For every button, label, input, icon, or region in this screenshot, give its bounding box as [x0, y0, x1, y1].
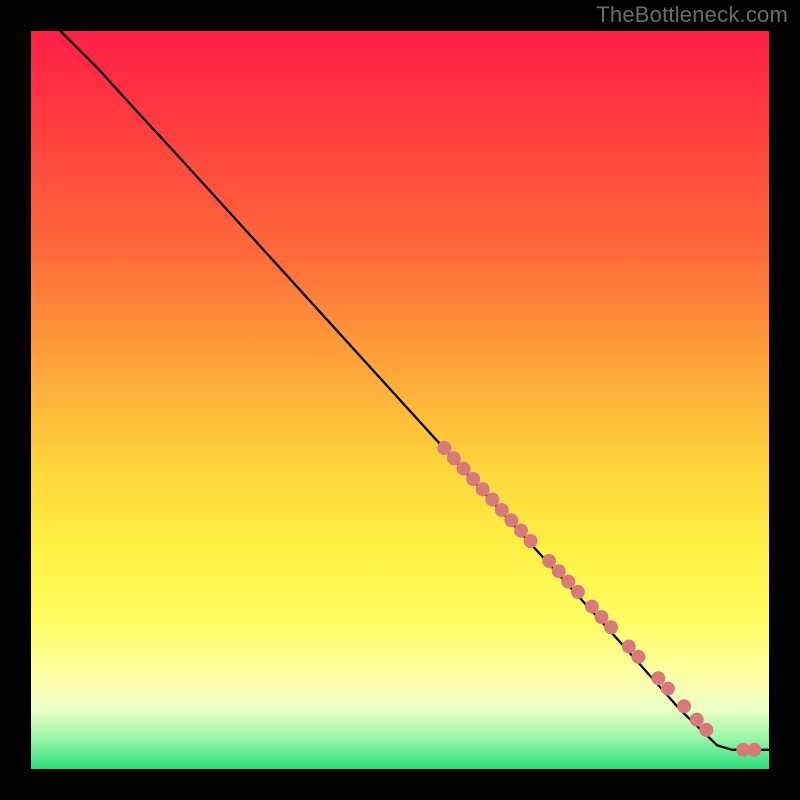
chart-dot — [447, 451, 461, 465]
chart-dot — [504, 513, 518, 527]
chart-dot — [466, 472, 480, 486]
watermark-text: TheBottleneck.com — [596, 2, 788, 28]
chart-dot — [747, 743, 761, 757]
chart-dot — [437, 441, 451, 455]
chart-dot — [699, 723, 713, 737]
chart-dots — [437, 441, 761, 757]
chart-dot — [661, 682, 675, 696]
chart-dot — [514, 524, 528, 538]
chart-dot — [651, 671, 665, 685]
chart-svg — [31, 31, 769, 769]
chart-dot — [622, 640, 636, 654]
chart-dot — [552, 564, 566, 578]
chart-dot — [604, 620, 618, 634]
chart-dot — [561, 575, 575, 589]
chart-dot — [690, 713, 704, 727]
chart-dot — [585, 600, 599, 614]
chart-dot — [476, 482, 490, 496]
chart-dot — [542, 554, 556, 568]
chart-dot — [485, 493, 499, 507]
chart-plot-area — [31, 31, 769, 769]
chart-dot — [571, 585, 585, 599]
chart-curve — [61, 31, 770, 750]
chart-dot — [524, 534, 538, 548]
chart-dot — [457, 462, 471, 476]
chart-dot — [677, 699, 691, 713]
chart-dot — [495, 503, 509, 517]
chart-dot — [631, 650, 645, 664]
chart-stage: TheBottleneck.com — [0, 0, 800, 800]
chart-dot — [595, 610, 609, 624]
